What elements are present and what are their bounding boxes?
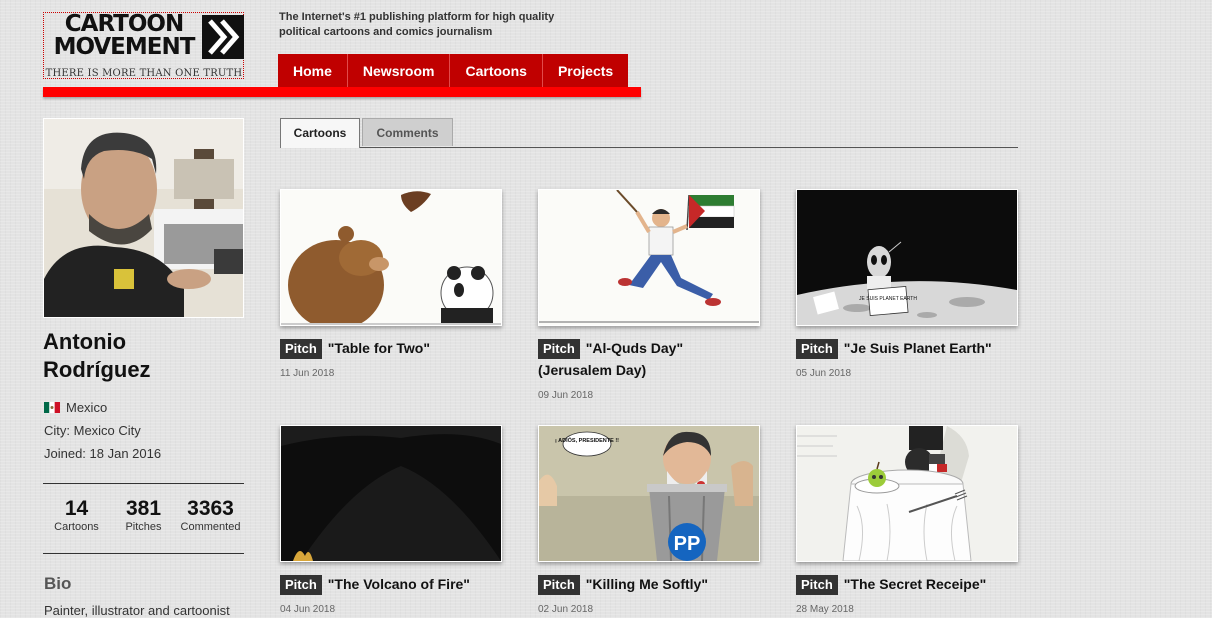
cartoon-card: Pitch "Al-Quds Day" (Jerusalem Day) 09 Ju… — [538, 189, 760, 401]
cartoon-title-link[interactable]: Pitch "Table for Two" — [280, 337, 502, 359]
nav-home[interactable]: Home — [278, 54, 348, 87]
header-red-bar — [43, 87, 641, 97]
cartoon-thumbnail[interactable]: JE SUIS PLANET EARTH — [796, 189, 1018, 326]
pitch-badge: Pitch — [280, 339, 322, 359]
pitch-badge: Pitch — [796, 575, 838, 595]
site-tagline: The Internet's #1 publishing platform fo… — [279, 11, 555, 38]
pitch-badge: Pitch — [538, 339, 580, 359]
cartoon-card: Pitch "Table for Two" 11 Jun 2018 — [280, 189, 502, 379]
pitch-badge: Pitch — [538, 575, 580, 595]
country-label: Mexico — [66, 400, 108, 415]
stat-commented: 3363 Commented — [180, 497, 241, 533]
cartoon-card: ¡ ADIÓS, PRESIDENTE !! PP Pitch "Killing … — [538, 425, 760, 615]
bio-heading: Bio — [44, 574, 72, 593]
logo-chevron-icon — [202, 15, 244, 59]
main-nav: Home Newsroom Cartoons Projects — [278, 54, 629, 87]
tab-comments[interactable]: Comments — [362, 118, 453, 146]
speech-bubble-text: ¡ ADIÓS, PRESIDENTE !! — [555, 436, 619, 444]
profile-city: City: Mexico City — [44, 423, 141, 438]
profile-stats: 14 Cartoons 381 Pitches 3363 Commented — [43, 483, 244, 554]
cartoon-thumbnail[interactable]: ¡ ADIÓS, PRESIDENTE !! PP — [538, 425, 760, 562]
pitch-badge: Pitch — [796, 339, 838, 359]
bio-text: Painter, illustrator and cartoonist — [44, 603, 230, 618]
cartoon-thumbnail[interactable] — [538, 189, 760, 326]
cartoon-title-link[interactable]: Pitch "Al-Quds Day" (Jerusalem Day) — [538, 337, 760, 381]
tab-cartoons[interactable]: Cartoons — [280, 118, 360, 148]
logo-wordmark: CARTOON MOVEMENT — [53, 11, 196, 60]
profile-country: Mexico — [44, 400, 107, 415]
cartoon-card: JE SUIS PLANET EARTH Pitch "Je Suis Plane… — [796, 189, 1018, 379]
profile-photo — [43, 118, 244, 318]
nav-projects[interactable]: Projects — [543, 54, 628, 87]
cartoon-title-link[interactable]: Pitch "The Volcano of Fire" — [280, 573, 502, 595]
cartoon-thumbnail[interactable] — [280, 189, 502, 326]
profile-joined: Joined: 18 Jan 2016 — [44, 446, 162, 461]
nav-cartoons[interactable]: Cartoons — [450, 54, 543, 87]
stat-cartoons: 14 Cartoons — [54, 497, 99, 533]
cartoon-date: 05 Jun 2018 — [796, 368, 852, 379]
logo-tagline: THERE IS MORE THAN ONE TRUTH — [45, 68, 243, 79]
site-logo[interactable]: CARTOON MOVEMENT THERE IS MORE THAN ONE … — [43, 12, 244, 79]
cartoon-card: Pitch "The Volcano of Fire" 04 Jun 2018 — [280, 425, 502, 615]
cartoon-title-link[interactable]: Pitch "Killing Me Softly" — [538, 573, 760, 595]
nav-newsroom[interactable]: Newsroom — [348, 54, 451, 87]
cartoon-thumbnail[interactable] — [280, 425, 502, 562]
party-logo-text: PP — [674, 533, 701, 555]
planet-sign-text: JE SUIS PLANET EARTH — [859, 296, 917, 302]
mexico-flag-icon — [44, 402, 60, 413]
cartoon-title-link[interactable]: Pitch "The Secret Receipe" — [796, 573, 1018, 595]
profile-name: Antonio Rodríguez — [43, 329, 151, 382]
cartoon-title-link[interactable]: Pitch "Je Suis Planet Earth" — [796, 337, 1018, 359]
cartoon-date: 28 May 2018 — [796, 604, 854, 615]
cartoon-card: Pitch "The Secret Receipe" 28 May 2018 — [796, 425, 1018, 615]
stat-pitches: 381 Pitches — [125, 497, 162, 533]
cartoon-thumbnail[interactable] — [796, 425, 1018, 562]
cartoon-date: 11 Jun 2018 — [280, 368, 335, 379]
cartoon-date: 09 Jun 2018 — [538, 390, 594, 401]
cartoon-date: 02 Jun 2018 — [538, 604, 594, 615]
content-tabs: Cartoons Comments — [280, 118, 1018, 148]
cartoon-date: 04 Jun 2018 — [280, 604, 336, 615]
pitch-badge: Pitch — [280, 575, 322, 595]
